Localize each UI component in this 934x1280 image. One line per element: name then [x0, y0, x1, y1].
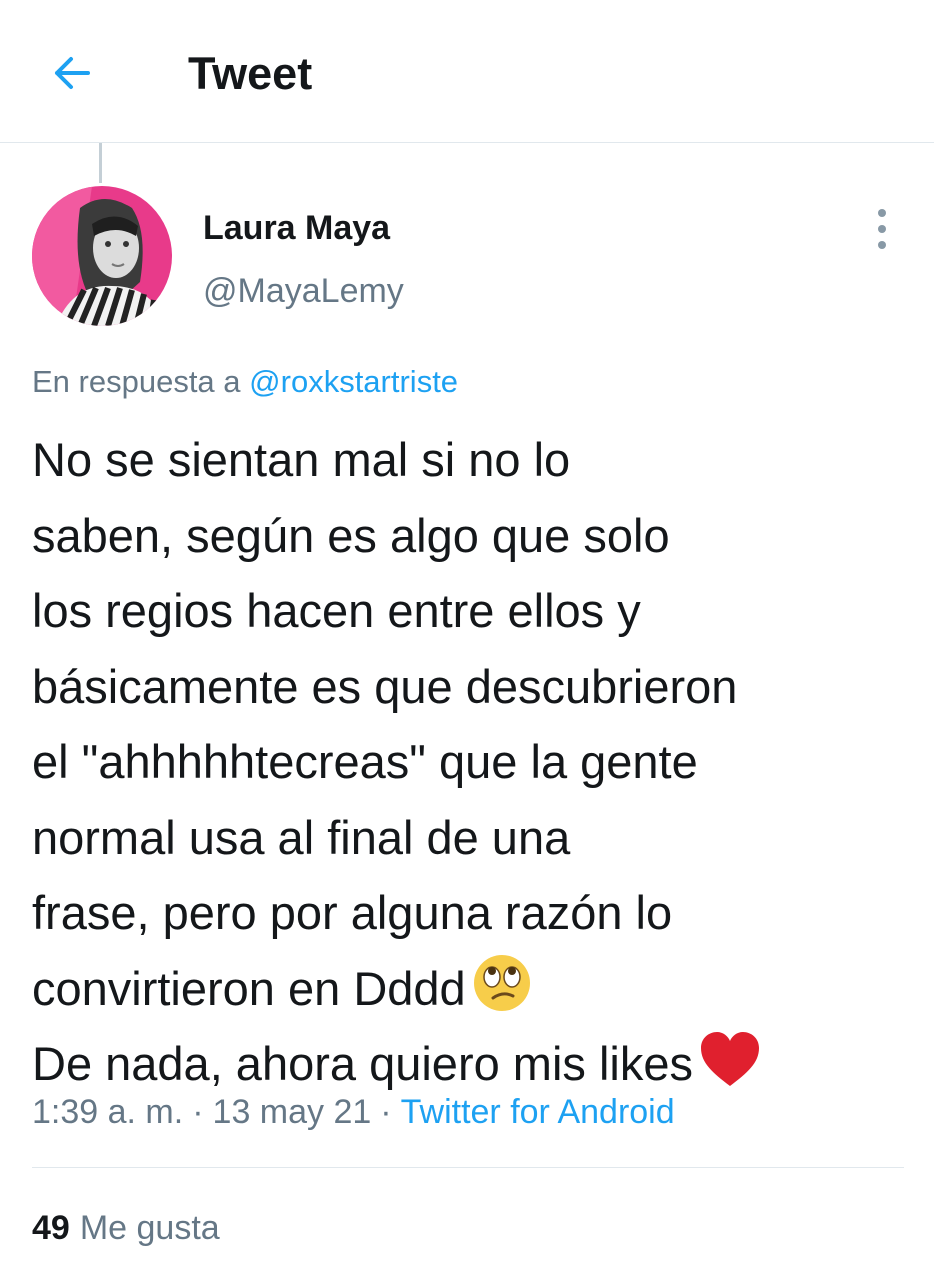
reply-handle-link[interactable]: @roxkstartriste [249, 364, 458, 399]
more-vertical-icon-dot [878, 241, 886, 249]
tweet-meta: 1:39 a. m. · 13 may 21 · Twitter for Android [32, 1090, 675, 1134]
likes-label: Me gusta [79, 1209, 220, 1247]
likes-count: 49 [32, 1209, 70, 1247]
arrow-left-icon [55, 57, 90, 89]
tweet-text-line: saben, según es algo que solo [32, 508, 670, 562]
tweet-date: 13 may 21 [212, 1093, 372, 1131]
tweet-text-line: No se sientan mal si no lo [32, 433, 571, 486]
back-button[interactable] [48, 48, 98, 98]
thread-connector-line [99, 143, 102, 183]
tweet-text-segment: convirtieron en Dddd [32, 961, 466, 1015]
meta-separator: · [192, 1093, 204, 1131]
page-title: Tweet [188, 48, 313, 99]
avatar[interactable] [32, 186, 172, 326]
tweet-text-line: los regios hacen entre ellos y [32, 584, 641, 637]
profile-photo [32, 186, 172, 326]
red-heart-emoji [699, 1030, 761, 1088]
reply-context: En respuesta a @roxkstartriste [32, 362, 458, 402]
reply-prefix: En respuesta a [32, 364, 241, 399]
tweet-text-segment: De nada, ahora quiero mis likes [32, 1037, 693, 1090]
more-vertical-icon [878, 209, 886, 217]
tweet-text-line: básicamente es que descubrieron [32, 659, 738, 713]
tweet-text: No se sientan mal si no lo saben, según … [32, 422, 912, 1102]
tweet-text-line: frase, pero por alguna razón lo [32, 886, 673, 939]
tweet-time: 1:39 a. m. [32, 1093, 184, 1131]
author-handle[interactable]: @MayaLemy [203, 270, 404, 312]
more-vertical-icon-dot [878, 225, 886, 233]
author-name[interactable]: Laura Maya [203, 207, 390, 249]
tweet-text-line-with-emoji: convirtieron en Dddd [32, 951, 912, 1027]
meta-separator: · [380, 1093, 392, 1131]
more-options-button[interactable] [866, 205, 898, 253]
top-bar: Tweet [0, 0, 934, 143]
tweet-text-line: normal usa al final de una [32, 810, 571, 864]
tweet-text-line: el "ahhhhhtecreas" que la gente [32, 735, 698, 788]
tweet-source-link[interactable]: Twitter for Android [401, 1093, 675, 1131]
likes-stat[interactable]: 49 Me gusta [32, 1206, 220, 1250]
eye-roll-emoji [472, 953, 532, 1013]
divider [32, 1167, 904, 1168]
